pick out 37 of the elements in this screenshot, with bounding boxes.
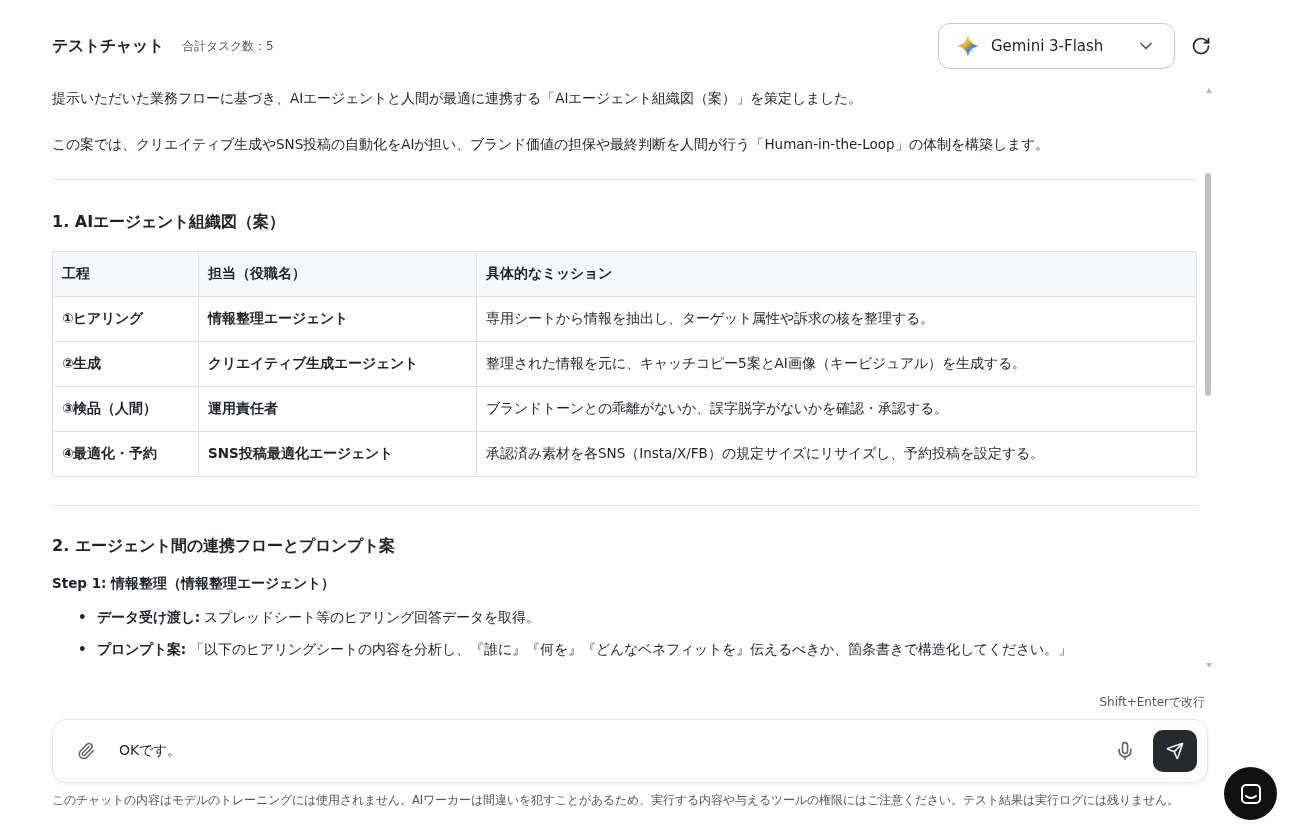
shortcut-hint: Shift+Enterで改行: [1098, 694, 1206, 711]
bullet-item: プロンプト案: 「以下のヒアリングシートの内容を分析し、『誰に』『何を』『どんなベネフィットを』伝えるべきか、箇条書きで構造化してください。」: [96, 640, 1073, 659]
column-header: 担当（役職名）: [198, 251, 477, 297]
refresh-button[interactable]: [1191, 36, 1211, 56]
microphone-icon[interactable]: [1115, 741, 1135, 761]
column-header: 工程: [52, 251, 199, 297]
model-selector[interactable]: Gemini 3-Flash: [938, 23, 1175, 69]
table-cell: 専用シートから情報を抽出し、ターゲット属性や訴求の核を整理する。: [476, 296, 1197, 342]
chat-button[interactable]: [1224, 767, 1277, 820]
intro-paragraph: 提示いただいた業務フローに基づき、AIエージェントと人間が最適に連携する「AIエージェント組織図（案）」を策定しました。: [52, 89, 864, 108]
table-cell: 承認済み素材を各SNS（Insta/X/FB）の規定サイズにリサイズし、予約投稿を設定する。: [476, 431, 1197, 477]
task-count: 合計タスク数：5: [182, 37, 274, 55]
table-cell: SNS投稿最適化エージェント: [198, 431, 477, 477]
chat-icon: [1238, 781, 1263, 806]
table-cell: ①ヒアリング: [52, 296, 199, 342]
step-heading: Step 1: 情報整理（情報整理エージェント）: [52, 575, 337, 594]
send-button[interactable]: [1153, 730, 1197, 772]
table-cell: ④最適化・予約: [52, 431, 199, 477]
section-heading: 2. エージェント間の連携フローとプロンプト案: [52, 536, 396, 558]
section-heading: 1. AIエージェント組織図（案）: [52, 212, 287, 234]
disclaimer: このチャットの内容はモデルのトレーニングには使用されません。AIワーカーは間違いを犯すことがあるため、実行する内容や与えるツールの権限にはご注意ください。テスト結果は実行ログには残りません。: [52, 793, 1180, 808]
send-icon: [1166, 742, 1184, 760]
bullet-marker: •: [78, 609, 87, 626]
bullet-item: データ受け渡し: スプレッドシート等のヒアリング回答データを取得。: [96, 609, 541, 627]
table-cell: ③検品（人間）: [52, 386, 199, 432]
paperclip-icon[interactable]: [77, 742, 95, 760]
sparkle-icon: [957, 35, 979, 57]
column-header: 具体的なミッション: [476, 251, 1197, 297]
intro-paragraph: この案では、クリエイティブ生成やSNS投稿の自動化をAIが担い、ブランド価値の担保や最終判断を人間が行う「Human-in-the-Loop」の体制を構築します。: [52, 134, 1050, 154]
table-cell: クリエイティブ生成エージェント: [198, 341, 477, 387]
table-cell: ブランドトーンとの乖離がないか、誤字脱字がないかを確認・承認する。: [476, 386, 1197, 432]
table-cell: 整理された情報を元に、キャッチコピー5案とAI画像（キービジュアル）を生成する。: [476, 341, 1197, 387]
table-cell: 情報整理エージェント: [198, 296, 477, 342]
chat-title: テストチャット: [52, 35, 164, 57]
table-cell: ②生成: [52, 341, 199, 387]
bullet-marker: •: [78, 640, 87, 657]
table-cell: 運用責任者: [198, 386, 477, 432]
